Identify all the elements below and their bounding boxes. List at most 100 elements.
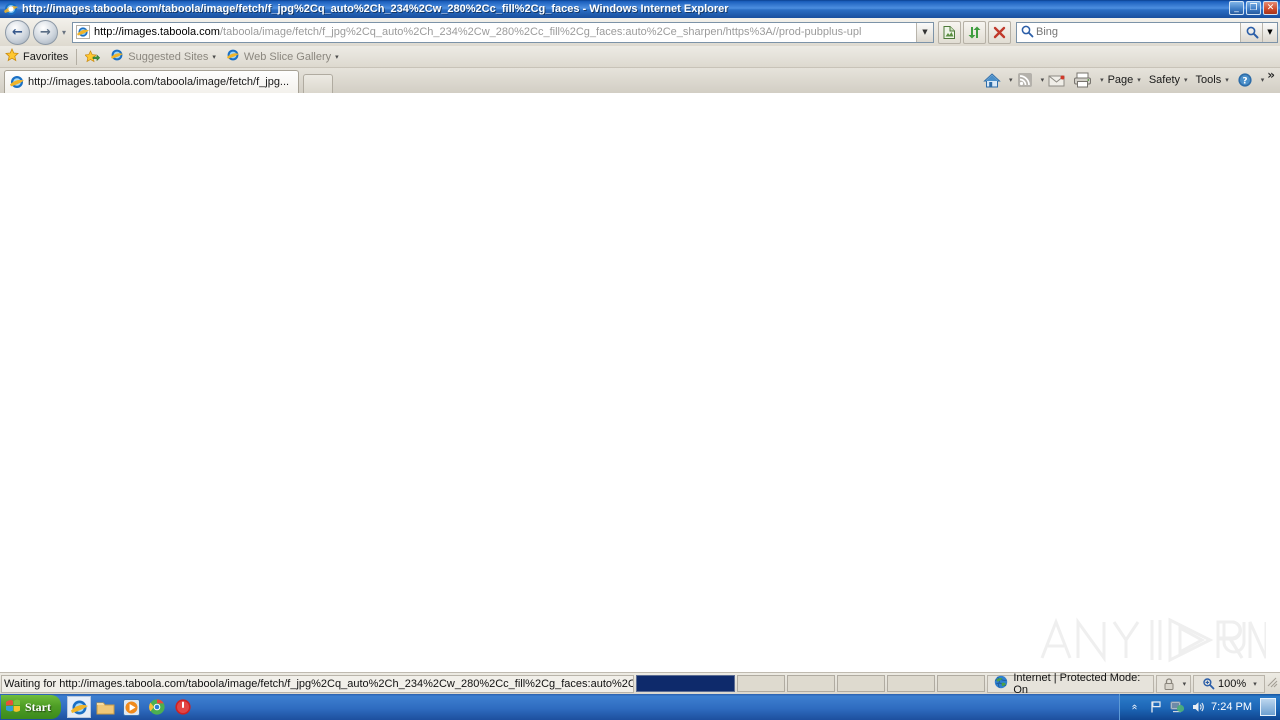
network-icon[interactable] — [1169, 699, 1185, 715]
print-button[interactable] — [1069, 69, 1096, 91]
progress-segment — [937, 675, 986, 692]
zoom-level-cell[interactable]: 100% ▾ — [1193, 674, 1266, 693]
tab-favicon-icon — [9, 74, 25, 90]
zoom-caret-icon[interactable]: ▾ — [1253, 680, 1257, 688]
favorites-button[interactable]: Favorites — [0, 47, 73, 67]
favorites-separator — [76, 48, 78, 65]
zoom-icon — [1203, 678, 1215, 690]
chevron-down-icon[interactable]: ▾ — [1184, 76, 1188, 84]
taskbar-file-explorer-icon[interactable] — [93, 696, 117, 718]
suggested-sites-icon — [110, 48, 124, 65]
chevron-down-icon[interactable]: ▾ — [1137, 76, 1141, 84]
protected-mode-caret-icon[interactable]: ▾ — [1183, 680, 1187, 688]
resize-grip[interactable] — [1266, 676, 1280, 691]
search-box[interactable]: ▼ — [1016, 21, 1278, 43]
start-label: Start — [25, 699, 51, 714]
system-tray: « 7:24 PM — [1119, 694, 1280, 720]
help-button[interactable]: ? — [1233, 69, 1257, 91]
address-path: /taboola/image/fetch/f_jpg%2Cq_auto%2Ch_… — [219, 26, 862, 38]
anyrun-watermark — [1034, 612, 1266, 668]
chevron-down-icon[interactable]: ▾ — [1225, 76, 1229, 84]
page-menu-label: Page — [1107, 74, 1134, 86]
browser-tab-active[interactable]: http://images.taboola.com/taboola/image/… — [4, 70, 299, 93]
svg-text:?: ? — [1242, 77, 1247, 87]
tray-expand-icon[interactable]: « — [1127, 699, 1143, 715]
taskbar-chrome-icon[interactable] — [145, 696, 169, 718]
search-icon — [1020, 24, 1036, 41]
show-desktop-button[interactable] — [1260, 698, 1276, 716]
progress-segment — [787, 675, 836, 692]
safety-menu-label: Safety — [1148, 74, 1180, 86]
tools-menu-button[interactable]: Tools ▾ — [1192, 69, 1233, 91]
read-mail-button[interactable] — [1044, 69, 1069, 91]
close-button[interactable]: ✕ — [1263, 1, 1278, 15]
maximize-button[interactable]: ❐ — [1246, 1, 1261, 15]
feeds-button[interactable] — [1013, 69, 1037, 91]
page-content-area — [0, 109, 1280, 672]
address-bar-text: http://images.taboola.com/taboola/image/… — [94, 25, 916, 39]
navigation-toolbar: ← → ▾ http://images.taboola.com/taboola/… — [0, 18, 1280, 46]
back-button[interactable]: ← — [5, 19, 30, 45]
web-slice-gallery-label: Web Slice Gallery — [243, 50, 332, 63]
protected-mode-cell[interactable]: ▾ — [1156, 674, 1192, 693]
add-to-favorites-bar-button[interactable] — [80, 47, 105, 67]
command-bar-overflow-icon[interactable]: » — [1264, 68, 1278, 82]
lock-icon — [1164, 677, 1174, 690]
security-zone-label: Internet | Protected Mode: On — [1013, 671, 1141, 696]
progress-segment — [837, 675, 886, 692]
taskbar-media-player-icon[interactable] — [119, 696, 143, 718]
tab-bar: http://images.taboola.com/taboola/image/… — [0, 68, 1280, 93]
safety-menu-button[interactable]: Safety ▾ — [1145, 69, 1192, 91]
progress-segment-filled — [636, 675, 736, 692]
chevron-down-icon[interactable]: ▾ — [335, 53, 339, 61]
search-input[interactable] — [1036, 24, 1240, 40]
tools-menu-label: Tools — [1195, 74, 1222, 86]
quick-launch-bar — [67, 696, 195, 718]
favorites-bar: Favorites Suggested Sites ▾ Web Slice Ga… — [0, 46, 1280, 68]
clock[interactable]: 7:24 PM — [1211, 701, 1252, 713]
internet-explorer-icon — [3, 1, 19, 17]
window-controls: _ ❐ ✕ — [1229, 1, 1278, 15]
windows-logo-icon — [5, 698, 21, 717]
page-menu-button[interactable]: Page ▾ — [1104, 69, 1145, 91]
web-slice-icon — [226, 48, 240, 65]
status-bar: Waiting for http://images.taboola.com/ta… — [0, 671, 1280, 696]
security-zone-indicator[interactable]: Internet | Protected Mode: On — [987, 671, 1155, 696]
zoom-level-label: 100% — [1218, 677, 1247, 690]
status-message: Waiting for http://images.taboola.com/ta… — [1, 674, 635, 693]
suggested-sites-button[interactable]: Suggested Sites ▾ — [105, 47, 221, 67]
star-icon — [5, 48, 19, 65]
window-title-text: http://images.taboola.com/taboola/image/… — [22, 3, 729, 15]
address-dropdown-icon[interactable]: ▼ — [916, 22, 933, 42]
refresh-button[interactable] — [963, 20, 986, 44]
internet-zone-icon — [994, 675, 1008, 692]
minimize-button[interactable]: _ — [1229, 1, 1244, 15]
window-title-bar: http://images.taboola.com/taboola/image/… — [0, 0, 1280, 18]
progress-segment — [737, 675, 786, 692]
address-bar[interactable]: http://images.taboola.com/taboola/image/… — [72, 21, 934, 43]
address-domain: http://images.taboola.com — [94, 26, 220, 38]
volume-icon[interactable] — [1190, 699, 1206, 715]
compatibility-view-button[interactable] — [938, 20, 961, 44]
recent-pages-caret-icon[interactable]: ▾ — [58, 28, 70, 37]
home-button[interactable] — [979, 69, 1005, 91]
progress-segment — [887, 675, 936, 692]
page-load-progress-bar — [636, 675, 986, 692]
action-flag-icon[interactable] — [1148, 699, 1164, 715]
favorites-label: Favorites — [23, 50, 69, 63]
start-button[interactable]: Start — [1, 695, 61, 719]
address-favicon-icon — [75, 24, 91, 40]
chevron-down-icon[interactable]: ▾ — [212, 53, 216, 61]
taskbar-internet-explorer-icon[interactable] — [67, 696, 91, 718]
forward-button[interactable]: → — [33, 19, 58, 45]
new-tab-button[interactable] — [303, 74, 333, 93]
web-slice-gallery-button[interactable]: Web Slice Gallery ▾ — [221, 47, 344, 67]
tab-title: http://images.taboola.com/taboola/image/… — [28, 76, 290, 88]
command-bar: ▾ ▾ ▾ Page ▾ Safety ▾ Tools ▾ ? ▾ » — [979, 68, 1278, 92]
search-provider-dropdown-icon[interactable]: ▼ — [1262, 22, 1277, 42]
suggested-sites-label: Suggested Sites — [128, 50, 209, 63]
search-go-button[interactable] — [1240, 22, 1262, 42]
windows-taskbar: Start « 7:24 PM — [0, 694, 1280, 720]
stop-button[interactable] — [988, 20, 1011, 44]
taskbar-shutdown-icon[interactable] — [171, 696, 195, 718]
